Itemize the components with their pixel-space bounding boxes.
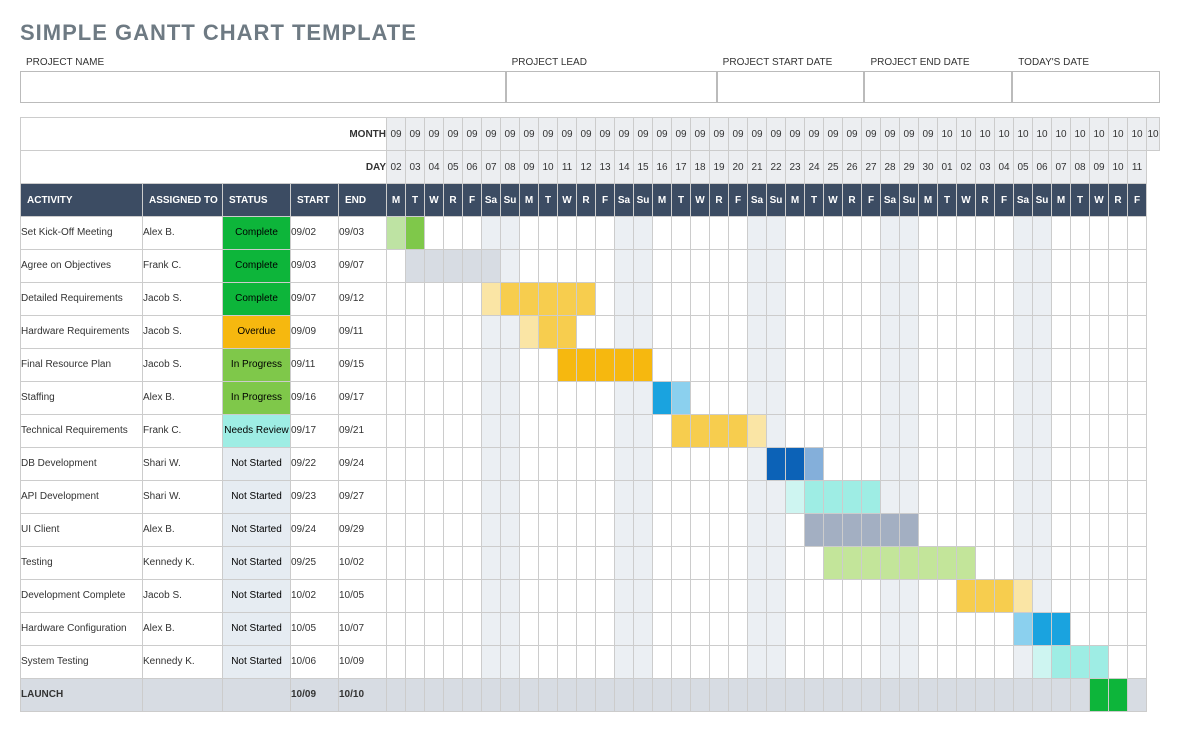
task-row: TestingKennedy K.Not Started09/2510/02: [21, 547, 1160, 580]
input-end-date[interactable]: [864, 71, 1012, 103]
task-row: API DevelopmentShari W.Not Started09/230…: [21, 481, 1160, 514]
label-today: TODAY'S DATE: [1012, 54, 1160, 71]
task-row: Agree on ObjectivesFrank C.Complete09/03…: [21, 250, 1160, 283]
row-label-month: MONTH: [21, 118, 387, 151]
row-label-day: DAY: [21, 151, 387, 184]
meta-bar: PROJECT NAME PROJECT LEAD PROJECT START …: [20, 54, 1160, 103]
gantt-table: MONTH09090909090909090909090909090909090…: [20, 117, 1160, 712]
task-row: StaffingAlex B.In Progress09/1609/17: [21, 382, 1160, 415]
input-project-lead[interactable]: [506, 71, 717, 103]
label-end-date: PROJECT END DATE: [864, 54, 1012, 71]
label-start-date: PROJECT START DATE: [717, 54, 865, 71]
input-today[interactable]: [1012, 71, 1160, 103]
col-end: END: [339, 184, 387, 217]
task-row: Hardware ConfigurationAlex B.Not Started…: [21, 613, 1160, 646]
input-start-date[interactable]: [717, 71, 865, 103]
task-row: Development CompleteJacob S.Not Started1…: [21, 580, 1160, 613]
task-row: UI ClientAlex B.Not Started09/2409/29: [21, 514, 1160, 547]
task-row: Hardware RequirementsJacob S.Overdue09/0…: [21, 316, 1160, 349]
input-project-name[interactable]: [20, 71, 506, 103]
page-title: SIMPLE GANTT CHART TEMPLATE: [20, 20, 1159, 46]
col-assigned: ASSIGNED TO: [143, 184, 223, 217]
task-row: Technical RequirementsFrank C.Needs Revi…: [21, 415, 1160, 448]
col-status: STATUS: [223, 184, 291, 217]
col-start: START: [291, 184, 339, 217]
label-project-lead: PROJECT LEAD: [506, 54, 717, 71]
col-activity: ACTIVITY: [21, 184, 143, 217]
task-row: DB DevelopmentShari W.Not Started09/2209…: [21, 448, 1160, 481]
task-row: Detailed RequirementsJacob S.Complete09/…: [21, 283, 1160, 316]
task-row: Final Resource PlanJacob S.In Progress09…: [21, 349, 1160, 382]
task-row: LAUNCH10/0910/10: [21, 679, 1160, 712]
task-row: System TestingKennedy K.Not Started10/06…: [21, 646, 1160, 679]
label-project-name: PROJECT NAME: [20, 54, 506, 71]
task-row: Set Kick-Off MeetingAlex B.Complete09/02…: [21, 217, 1160, 250]
